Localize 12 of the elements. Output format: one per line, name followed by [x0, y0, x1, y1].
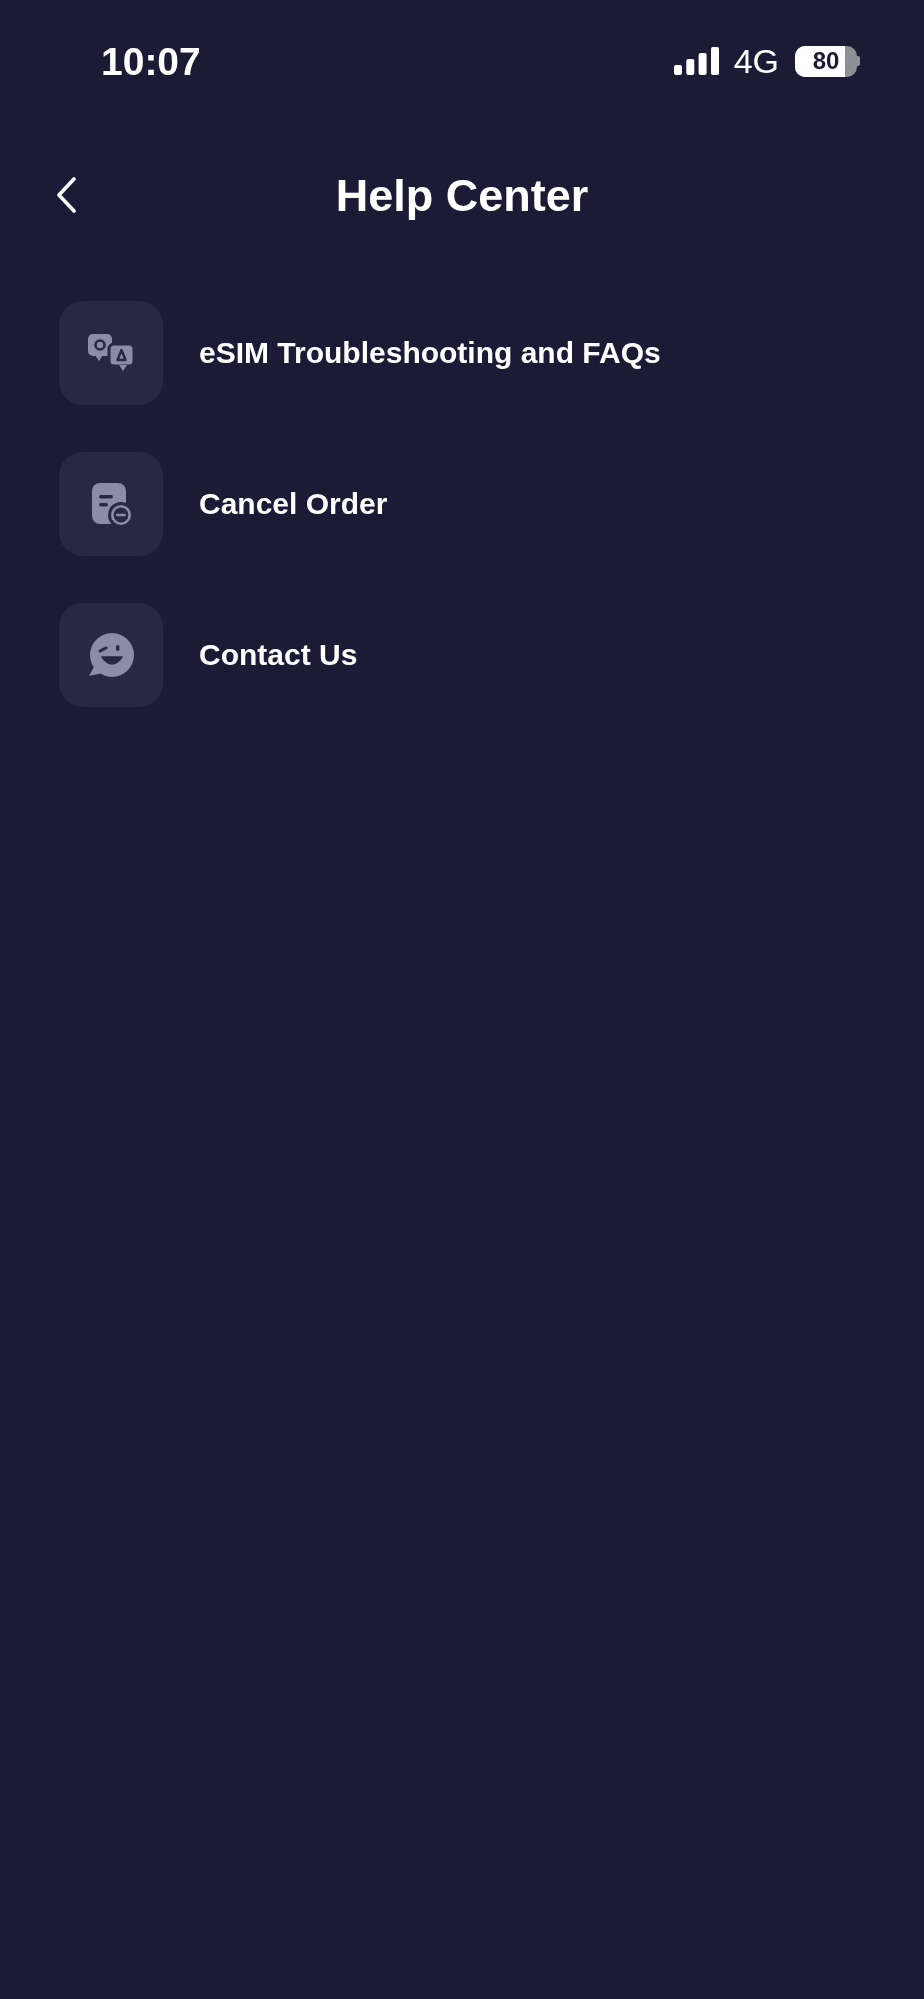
document-minus-icon	[59, 452, 163, 556]
status-time: 10:07	[101, 41, 201, 81]
battery-percentage: 80	[811, 46, 841, 76]
network-type: 4G	[733, 44, 779, 78]
chevron-left-icon	[55, 177, 77, 213]
speech-bubbles-icon	[59, 301, 163, 405]
menu-item[interactable]: Cancel Order	[59, 452, 388, 556]
signal-icon	[673, 47, 719, 75]
smiling-speech-bubble-icon	[59, 603, 163, 707]
page-title: Help Center	[335, 172, 589, 218]
menu-item[interactable]: eSIM Troubleshooting and FAQs	[59, 301, 661, 405]
menu-item[interactable]: Contact Us	[59, 603, 358, 707]
